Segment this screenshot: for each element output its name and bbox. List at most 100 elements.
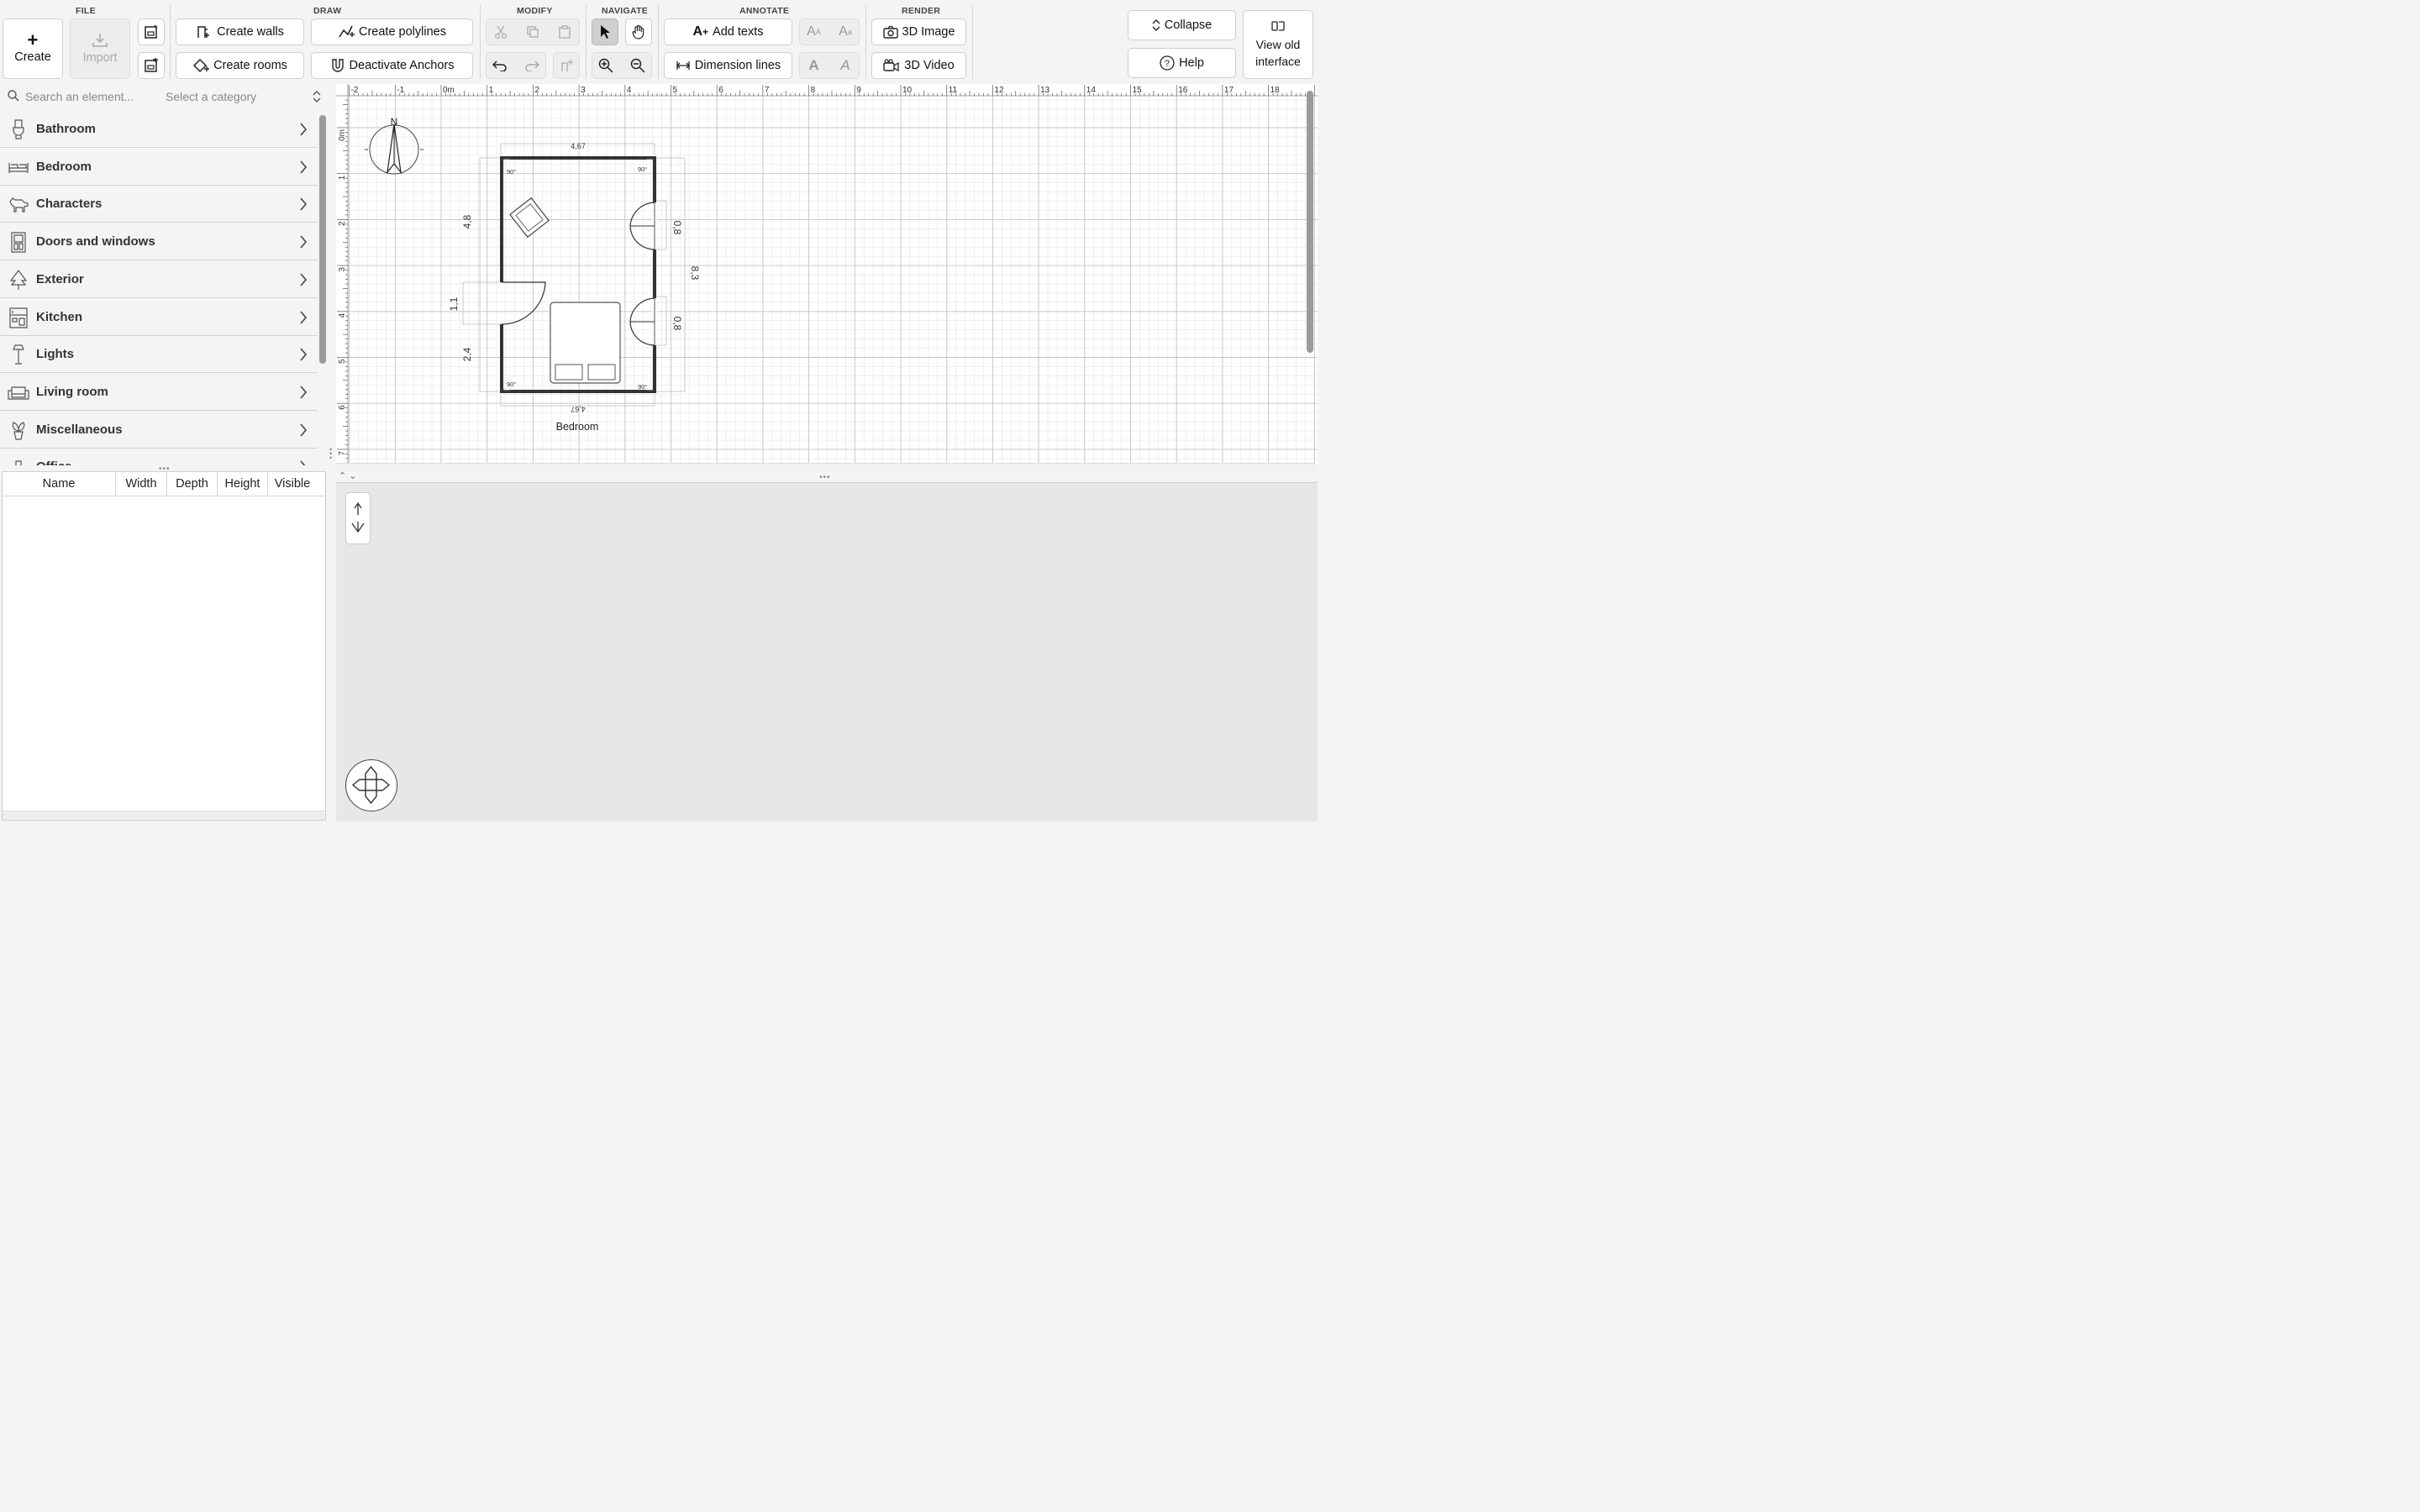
decrease-text-icon[interactable]: Aa [839,24,852,39]
ruler-y-label: 1 [338,175,347,180]
group-label-draw: DRAW [313,5,342,16]
help-label: Help [1179,55,1204,70]
chevron-right-icon [300,123,308,136]
increase-text-icon[interactable]: AA [807,24,821,39]
chevron-right-icon [300,348,308,361]
dim-right-window-1: 0,8 [671,221,683,235]
column-header-name[interactable]: Name [3,471,116,496]
ruler-x-label: 6 [718,86,723,95]
zoom-in-icon[interactable] [598,58,613,73]
category-item-living-room[interactable]: Living room [0,374,318,411]
category-item-exterior[interactable]: Exterior [0,261,318,298]
plan-rulers: -2 -1 0m 1 2 3 4 5 6 7 8 9 10 11 12 13 14 15 16 17 180m12345… [335,83,1318,464]
undo-icon[interactable] [492,60,508,71]
dog-icon [9,197,29,213]
category-item-bedroom[interactable]: Bedroom [0,149,318,186]
ruler-x-label: 10 [902,86,913,95]
deactivate-anchors-label: Deactivate Anchors [349,58,455,72]
navigation-joystick[interactable] [345,759,397,811]
3d-image-label: 3D Image [902,24,955,39]
chevron-right-icon [300,273,308,286]
add-point-button[interactable] [552,51,580,79]
3d-image-button[interactable]: 3D Image [871,18,966,45]
category-scrollbar[interactable] [318,114,326,364]
save-as-button[interactable] [137,51,165,79]
dimension-lines-button[interactable]: Dimension lines [663,51,792,79]
copy-icon[interactable] [526,25,539,39]
paste-icon[interactable] [558,25,571,39]
3d-view[interactable] [335,481,1318,822]
category-label: Bathroom [35,121,96,136]
italic-icon[interactable]: A [840,57,850,74]
chevron-right-icon [300,160,308,174]
plan-view[interactable]: -2 -1 0m 1 2 3 4 5 6 7 8 9 10 11 12 13 14 15 16 17 18 0m 1 2 3 4 5… [335,83,1318,464]
ruler-x-label: 8 [811,86,816,95]
bold-icon[interactable]: A [808,57,818,74]
view-old-interface-button[interactable]: View old interface [1242,9,1313,79]
search-input[interactable] [23,86,157,107]
ruler-x-label: 2 [534,86,539,95]
zoom-group [591,51,652,79]
clipboard-group [485,18,580,45]
camera-mode-toggle[interactable] [345,491,371,544]
table-header: Name Width Depth Height Visible [2,471,325,496]
collapse-button[interactable]: Collapse [1127,9,1236,40]
category-item-bathroom[interactable]: Bathroom [0,111,318,148]
select-tool-button[interactable] [591,18,618,45]
help-button[interactable]: ? Help [1127,47,1236,78]
add-texts-button[interactable]: A + Add texts [663,18,792,45]
camera-icon [882,25,898,39]
plan-canvas[interactable]: -2 -1 0m 1 2 3 4 5 6 7 8 9 10 11 12 13 14 15 16 17 180m12345… [335,83,1318,464]
category-item-kitchen[interactable]: Kitchen [0,298,318,336]
category-item-doors-and-windows[interactable]: Doors and windows [0,223,318,261]
dim-bottom: 4,67 [571,405,585,413]
zoom-out-icon[interactable] [630,58,645,73]
column-header-visible[interactable]: Visible [268,472,317,496]
category-label: Exterior [35,271,84,286]
compass[interactable]: N [364,116,424,175]
collapse-label: Collapse [1164,18,1213,32]
category-item-characters[interactable]: Characters [0,186,318,223]
chevron-right-icon [300,460,306,465]
view-old-label-1: View old [1255,37,1301,51]
category-item-office[interactable]: Office [0,449,318,465]
category-label: Characters [35,197,103,212]
bed[interactable] [550,302,621,384]
save-button[interactable] [137,18,165,45]
table-scrollbar[interactable] [2,810,325,820]
create-polylines-label: Create polylines [358,24,446,39]
plan-scrollbar-vertical[interactable] [1306,90,1313,353]
save-as-icon [144,57,159,73]
expand-collapse-icon [1152,18,1160,32]
ruler-y-label: 7 [338,450,347,455]
deactivate-anchors-button[interactable]: Deactivate Anchors [310,51,473,79]
vertical-resize-handle[interactable]: • • • [329,445,332,461]
save-icon [144,24,159,39]
cut-icon[interactable] [494,25,508,39]
dim-left-lower: 2,4 [461,347,473,361]
plan-scrollbar-horizontal[interactable] [335,462,1314,471]
ruler-x-label: 17 [1224,86,1234,95]
column-header-height[interactable]: Height [218,471,268,496]
category-item-lights[interactable]: Lights [0,336,318,374]
import-button[interactable]: Import [69,18,130,79]
create-polylines-button[interactable]: Create polylines [310,18,473,45]
column-header-width[interactable]: Width [116,471,167,496]
create-walls-button[interactable]: Create walls [175,18,304,45]
redo-icon[interactable] [524,60,539,71]
armchair[interactable] [509,197,550,239]
column-header-depth[interactable]: Depth [167,471,218,496]
create-rooms-button[interactable]: Create rooms [175,51,304,79]
category-item-miscellaneous[interactable]: Miscellaneous [0,412,318,449]
category-label: Office [36,459,72,465]
collapse-carets-icon[interactable]: ⌃ ⌄ [339,470,357,481]
view-resize-handle[interactable]: ••• [819,473,831,482]
category-select[interactable]: Select a category [158,86,326,108]
category-label: Kitchen [35,309,83,324]
create-button[interactable]: + Create [2,18,63,79]
ruler-x-label: 9 [856,86,861,95]
magnet-icon [330,58,345,73]
3d-video-button[interactable]: 3D Video [871,51,966,79]
ruler-y-label: 6 [338,405,347,410]
pan-tool-button[interactable] [624,18,652,45]
